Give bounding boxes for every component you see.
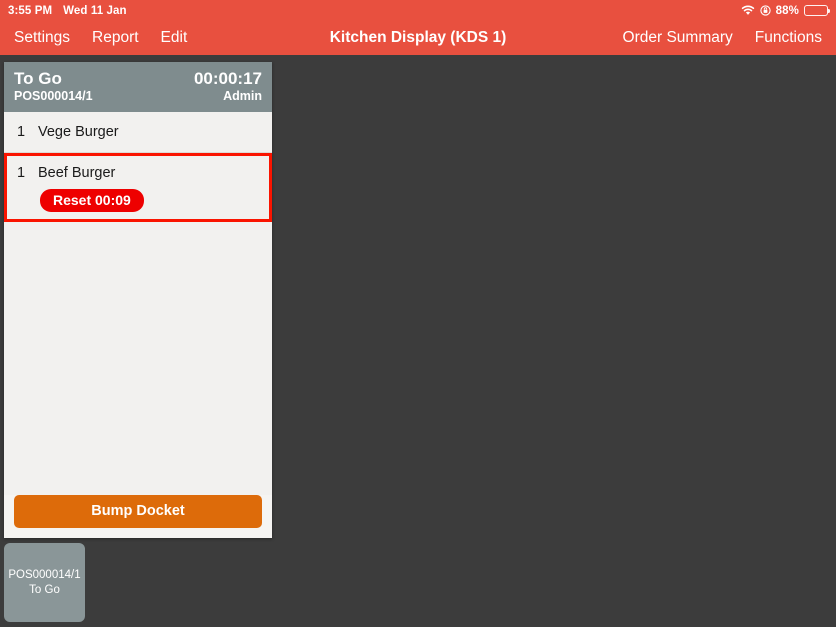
- tray-tile-reference: POS000014/1: [8, 568, 81, 581]
- toolbar-right-group: Order Summary Functions: [623, 29, 822, 47]
- docket-order-type: To Go: [14, 69, 62, 88]
- functions-button[interactable]: Functions: [755, 29, 822, 47]
- docket-item-row[interactable]: 1 Vege Burger: [4, 112, 272, 152]
- kds-stage: To Go 00:00:17 POS000014/1 Admin 1 Vege …: [0, 55, 836, 627]
- docket-header: To Go 00:00:17 POS000014/1 Admin: [4, 62, 272, 112]
- item-details: Vege Burger: [38, 122, 262, 142]
- order-summary-button[interactable]: Order Summary: [623, 29, 733, 47]
- bump-docket-button[interactable]: Bump Docket: [14, 495, 262, 528]
- docket-header-bottom-row: POS000014/1 Admin: [14, 89, 262, 103]
- status-bar: 3:55 PM Wed 11 Jan 88%: [0, 0, 836, 21]
- item-name: Beef Burger: [38, 165, 116, 181]
- report-button[interactable]: Report: [92, 29, 139, 47]
- docket-header-top-row: To Go 00:00:17: [14, 69, 262, 89]
- rotation-lock-icon: [760, 5, 771, 16]
- docket-item-list: 1 Vege Burger 1 Beef Burger Reset 00:09: [4, 112, 272, 495]
- item-details: Beef Burger Reset 00:09: [38, 163, 262, 212]
- docket-user: Admin: [223, 89, 262, 103]
- status-bar-left: 3:55 PM Wed 11 Jan: [8, 5, 127, 17]
- docket-reference: POS000014/1: [14, 89, 93, 103]
- docket-footer: Bump Docket: [4, 495, 272, 538]
- status-date: Wed 11 Jan: [63, 4, 127, 17]
- battery-percent: 88%: [775, 4, 799, 17]
- settings-button[interactable]: Settings: [14, 29, 70, 47]
- bumped-docket-tray: POS000014/1 To Go: [4, 543, 85, 622]
- tray-tile-title: To Go: [29, 583, 60, 596]
- tray-tile[interactable]: POS000014/1 To Go: [4, 543, 85, 622]
- item-quantity: 1: [17, 165, 26, 181]
- wifi-icon: [741, 5, 755, 16]
- status-bar-right: 88%: [741, 4, 831, 17]
- docket-item-row-selected[interactable]: 1 Beef Burger Reset 00:09: [4, 153, 272, 222]
- reset-timer-button[interactable]: Reset 00:09: [40, 189, 144, 212]
- battery-icon: [804, 5, 831, 16]
- item-quantity: 1: [17, 124, 26, 140]
- docket-timer: 00:00:17: [193, 69, 262, 88]
- item-name: Vege Burger: [38, 124, 119, 140]
- status-time: 3:55 PM: [8, 4, 53, 17]
- app-toolbar: Settings Report Edit Kitchen Display (KD…: [0, 21, 836, 55]
- docket-card[interactable]: To Go 00:00:17 POS000014/1 Admin 1 Vege …: [4, 62, 272, 538]
- toolbar-left-group: Settings Report Edit: [14, 29, 187, 47]
- edit-button[interactable]: Edit: [161, 29, 188, 47]
